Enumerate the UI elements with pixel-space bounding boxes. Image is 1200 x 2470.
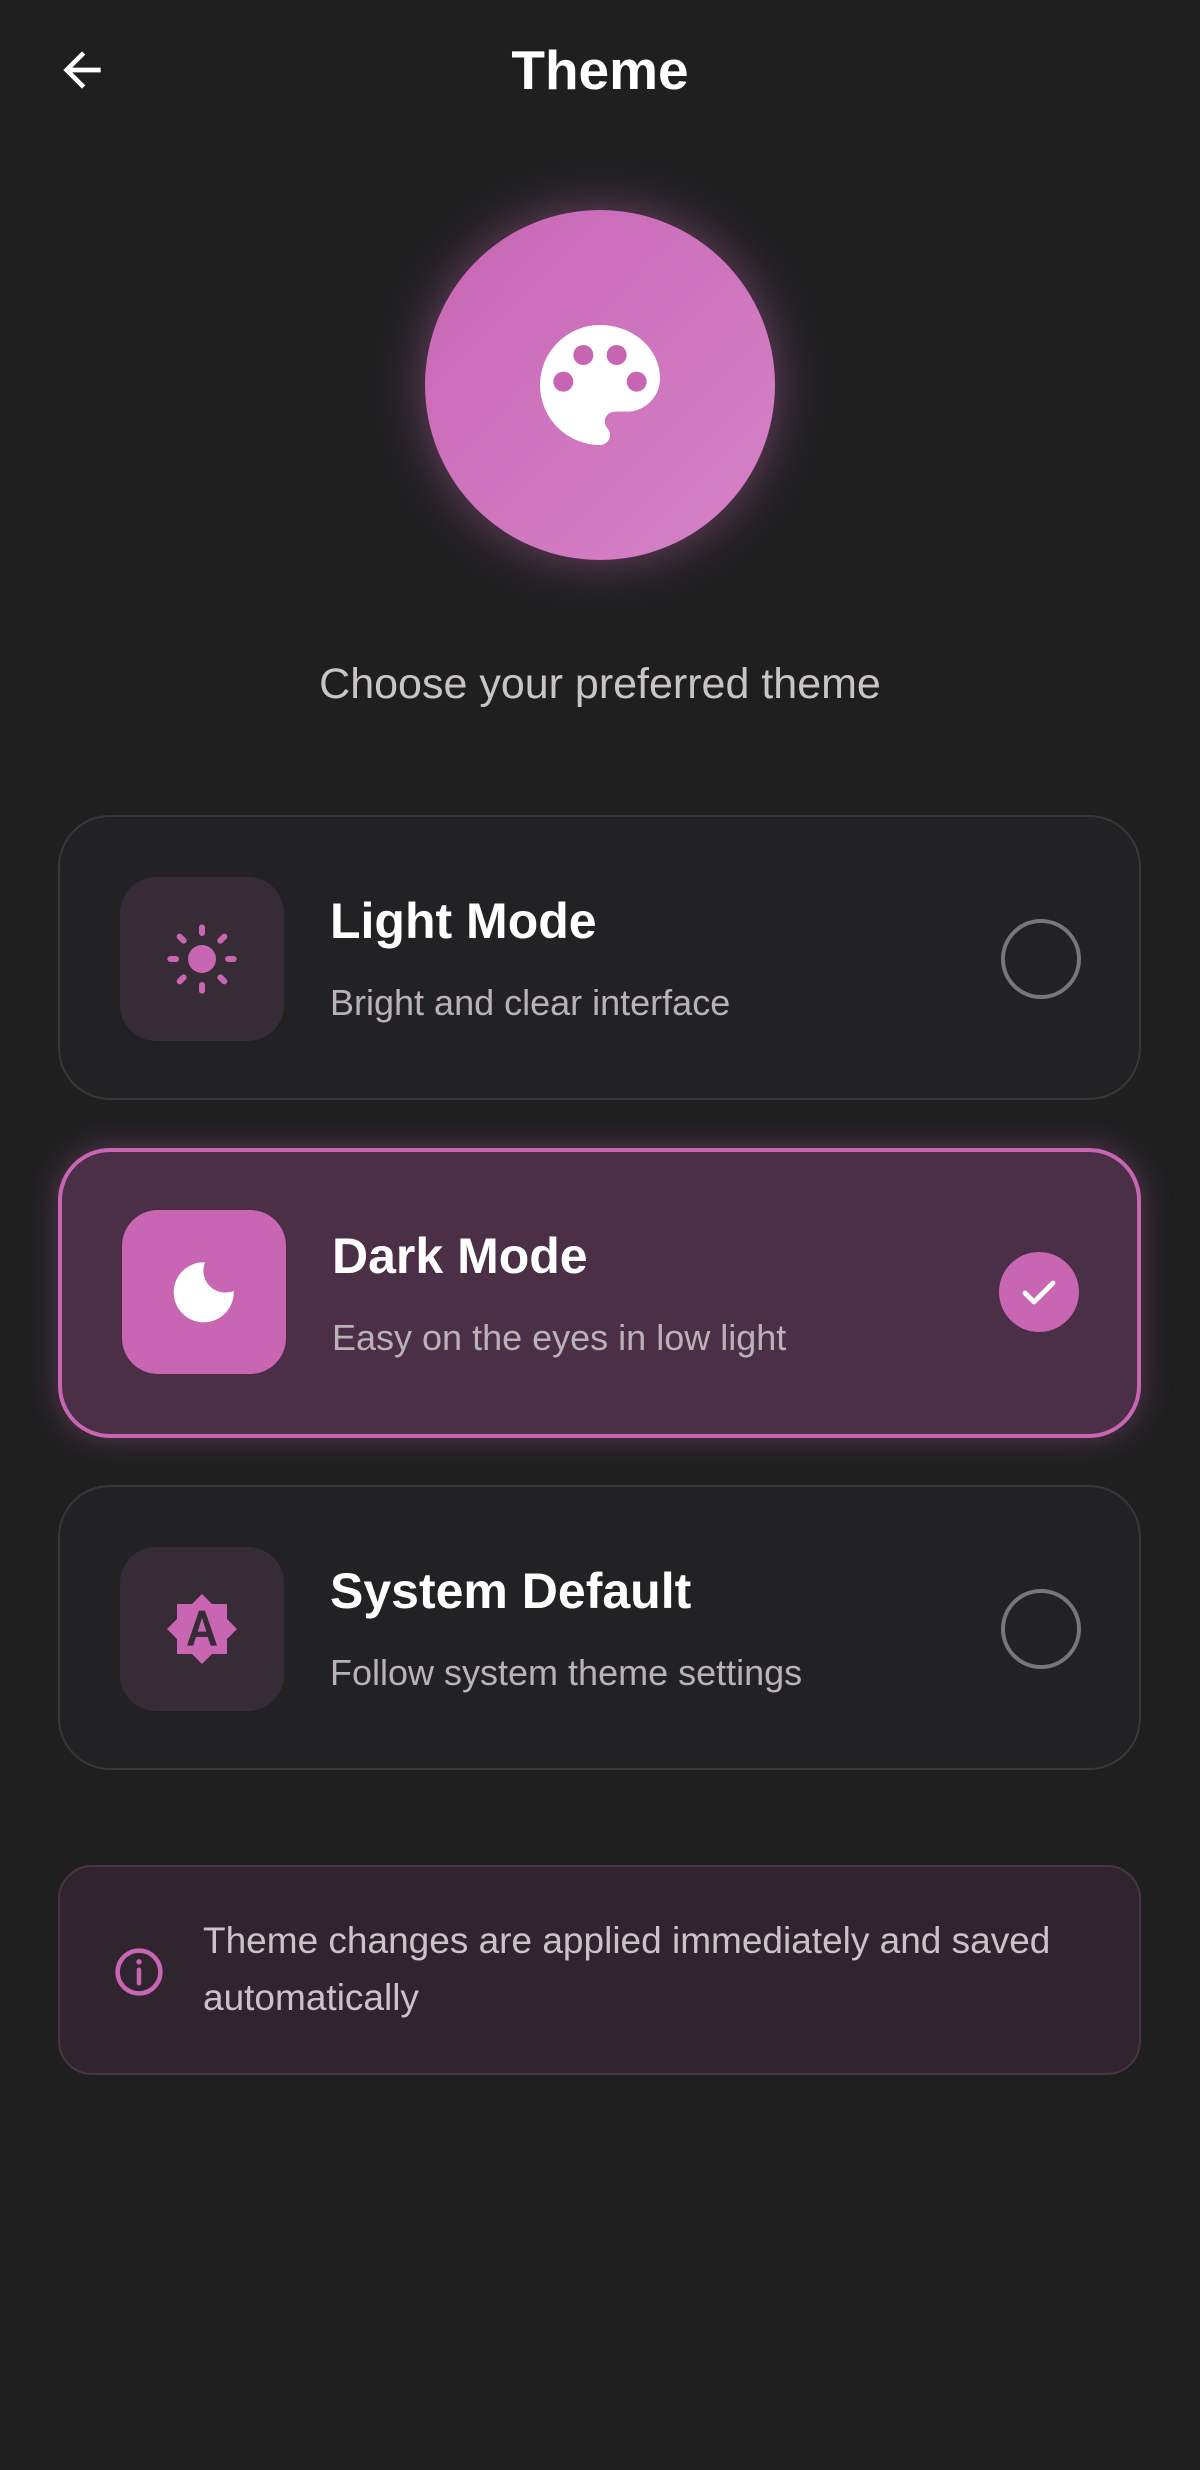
option-description: Easy on the eyes in low light (332, 1317, 787, 1358)
option-icon-tile (122, 1210, 286, 1374)
option-system-default[interactable]: System Default Follow system theme setti… (58, 1485, 1141, 1770)
choose-theme-subtitle: Choose your preferred theme (319, 660, 881, 708)
moon-icon (173, 1262, 234, 1323)
radio-button[interactable] (1001, 1589, 1081, 1669)
radio-button[interactable] (1001, 919, 1081, 999)
check-icon (1022, 1280, 1056, 1305)
top-bar: Theme (0, 0, 1200, 145)
option-description: Bright and clear interface (330, 982, 731, 1023)
info-icon (115, 1948, 163, 1996)
option-title: Light Mode (330, 893, 597, 949)
option-light-mode[interactable]: Light Mode Bright and clear interface (58, 815, 1141, 1100)
info-text: Theme changes are applied immediately an… (203, 1920, 1051, 2018)
option-icon-tile (120, 1547, 284, 1711)
option-dark-mode[interactable]: Dark Mode Easy on the eyes in low light (58, 1148, 1141, 1438)
theme-screen: Theme Choose your preferred theme Light … (0, 0, 1200, 2470)
sun-icon (167, 924, 237, 994)
option-title: Dark Mode (332, 1228, 588, 1284)
info-banner: Theme changes are applied immediately an… (58, 1865, 1141, 2075)
option-description: Follow system theme settings (330, 1652, 803, 1693)
option-title: System Default (330, 1563, 692, 1619)
radio-button-checked[interactable] (999, 1252, 1079, 1332)
page-title: Theme (511, 39, 689, 101)
option-icon-tile (120, 877, 284, 1041)
palette-icon (540, 325, 660, 445)
theme-hero-badge (425, 210, 775, 560)
auto-brightness-icon (167, 1594, 237, 1664)
